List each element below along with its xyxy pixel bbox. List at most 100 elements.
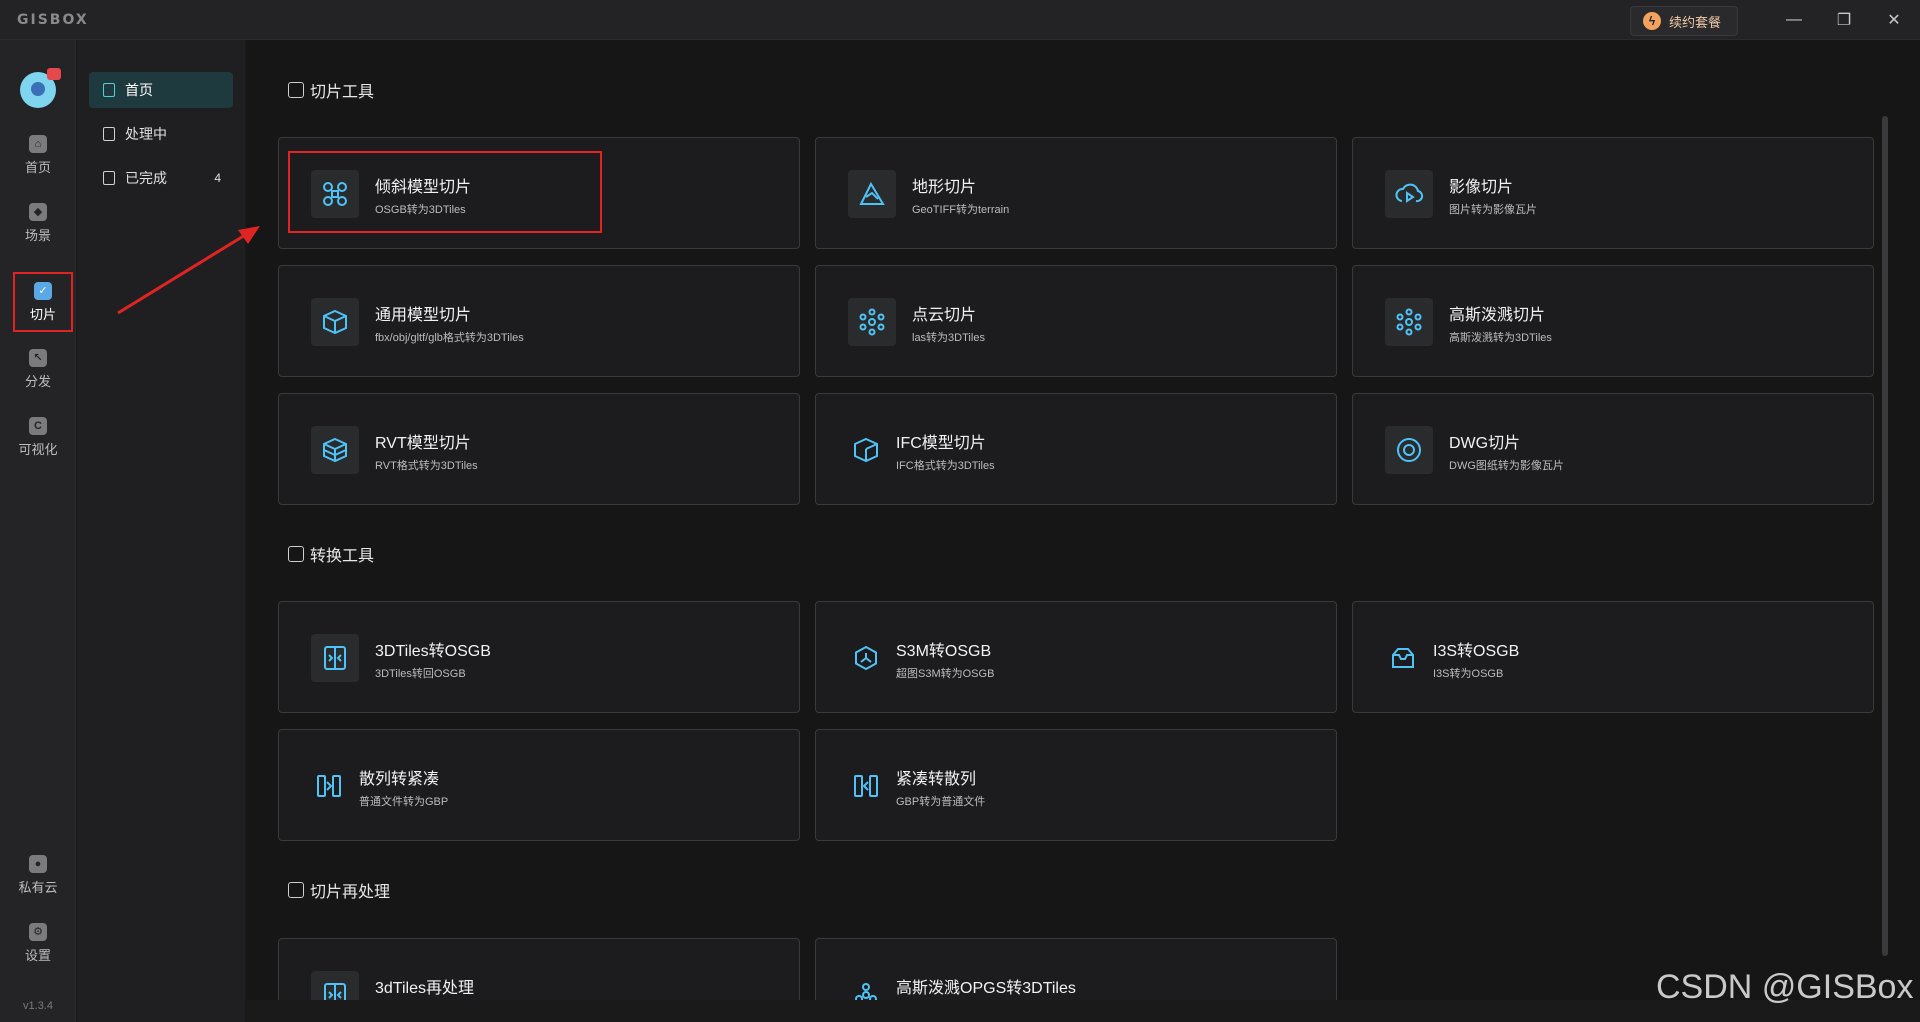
- card-title: DWG切片: [1449, 435, 1521, 452]
- rail-item-private-cloud[interactable]: ● 私有云: [8, 846, 68, 904]
- rail-item-label: 可视化: [18, 441, 58, 457]
- notification-badge-icon: [47, 68, 61, 80]
- expand-icon: [842, 762, 890, 810]
- card-title: 散列转紧凑: [359, 771, 440, 788]
- card-general-model-slice[interactable]: 通用模型切片 fbx/obj/gltf/glb格式转为3DTiles: [278, 265, 800, 377]
- card-s3m-to-osgb[interactable]: S3M转OSGB 超图S3M转为OSGB: [815, 601, 1337, 713]
- main-content: 切片工具 倾斜模型切片 OSGB转为3DTiles 地形切片 GeoTIFF转为…: [246, 40, 1920, 1000]
- convert-icon: [311, 971, 359, 1000]
- card-title: 高斯泼溅OPGS转3DTiles: [896, 980, 1076, 997]
- card-oblique-model-slice[interactable]: 倾斜模型切片 OSGB转为3DTiles: [278, 137, 800, 249]
- rail-item-settings[interactable]: ⚙ 设置: [8, 914, 68, 972]
- card-terrain-slice[interactable]: 地形切片 GeoTIFF转为terrain: [815, 137, 1337, 249]
- scrollbar[interactable]: [1882, 116, 1888, 956]
- card-subtitle: 普通文件转为GBP: [359, 796, 449, 808]
- card-title: I3S转OSGB: [1433, 643, 1520, 660]
- card-i3s-to-osgb[interactable]: I3S转OSGB I3S转为OSGB: [1352, 601, 1874, 713]
- terrain-icon: [848, 170, 896, 218]
- card-subtitle: 3DTiles转回OSGB: [375, 668, 466, 680]
- slice-doc-icon: ✓: [34, 281, 52, 300]
- card-subtitle: las转为3DTiles: [912, 332, 985, 344]
- cube-icon: ◆: [29, 202, 47, 221]
- card-subtitle: 图片转为影像瓦片: [1449, 204, 1537, 216]
- rail-item-visualize[interactable]: C 可视化: [8, 408, 68, 466]
- document-icon: [103, 83, 115, 97]
- card-subtitle: I3S转为OSGB: [1433, 668, 1504, 680]
- rail-item-label: 分发: [24, 373, 51, 389]
- card-hash-to-compact[interactable]: 散列转紧凑 普通文件转为GBP: [278, 729, 800, 841]
- folder-swap-icon: [288, 546, 304, 562]
- card-subtitle: GeoTIFF转为terrain: [912, 204, 1010, 216]
- rail-item-home[interactable]: ⌂ 首页: [8, 126, 68, 184]
- rail-item-label: 切片: [29, 306, 56, 322]
- gaussian-icon: [1385, 298, 1433, 346]
- card-gaussian-opgs-to-3dtiles[interactable]: 高斯泼溅OPGS转3DTiles: [815, 938, 1337, 1000]
- card-gaussian-splat-slice[interactable]: 高斯泼溅切片 高斯泼溅转为3DTiles: [1352, 265, 1874, 377]
- rail-item-label: 私有云: [18, 879, 58, 895]
- section-title-reprocess: 切片再处理: [288, 878, 390, 902]
- card-title: 地形切片: [912, 179, 977, 196]
- card-subtitle: fbx/obj/gltf/glb格式转为3DTiles: [375, 332, 524, 344]
- card-title: 影像切片: [1449, 179, 1514, 196]
- watermark: CSDN @GISBox: [1656, 968, 1914, 1006]
- card-subtitle: RVT格式转为3DTiles: [375, 460, 478, 472]
- minimize-button[interactable]: —: [1774, 8, 1814, 32]
- secondary-nav: 首页 处理中 已完成 4: [77, 40, 245, 1022]
- card-image-slice[interactable]: 影像切片 图片转为影像瓦片: [1352, 137, 1874, 249]
- rail-item-distribute[interactable]: ↖ 分发: [8, 340, 68, 398]
- app-version: v1.3.4: [23, 1000, 53, 1012]
- card-title: S3M转OSGB: [896, 643, 992, 660]
- card-title: RVT模型切片: [375, 435, 471, 452]
- nav-item-completed[interactable]: 已完成 4: [89, 160, 233, 196]
- card-title: 高斯泼溅切片: [1449, 307, 1546, 324]
- compact-icon: [305, 762, 353, 810]
- visualize-icon: C: [29, 416, 47, 435]
- card-compact-to-hash[interactable]: 紧凑转散列 GBP转为普通文件: [815, 729, 1337, 841]
- card-title: 倾斜模型切片: [375, 179, 472, 196]
- nav-item-processing[interactable]: 处理中: [89, 116, 233, 152]
- dwg-icon: [1385, 426, 1433, 474]
- card-3dtiles-to-osgb[interactable]: 3DTiles转OSGB 3DTiles转回OSGB: [278, 601, 800, 713]
- section-title-text: 切片工具: [310, 84, 375, 101]
- lock-icon: ●: [29, 854, 47, 873]
- card-title: IFC模型切片: [896, 435, 986, 452]
- app-logo: GISBOX: [17, 12, 89, 28]
- lightning-icon: ϟ: [1643, 12, 1661, 30]
- convert-icon: [311, 634, 359, 682]
- card-3dtiles-reprocess[interactable]: 3dTiles再处理: [278, 938, 800, 1000]
- card-rvt-model-slice[interactable]: RVT模型切片 RVT格式转为3DTiles: [278, 393, 800, 505]
- close-button[interactable]: ✕: [1874, 8, 1914, 32]
- pointcloud-icon: [848, 298, 896, 346]
- rail-item-label: 设置: [24, 947, 51, 963]
- renew-plan-label: 续约套餐: [1669, 14, 1722, 30]
- hexagon-icon: [842, 634, 890, 682]
- section-title-text: 切片再处理: [310, 884, 391, 901]
- document-icon: [103, 127, 115, 141]
- section-title-text: 转换工具: [310, 548, 375, 565]
- nav-item-label: 处理中: [125, 126, 167, 142]
- card-ifc-model-slice[interactable]: IFC模型切片 IFC格式转为3DTiles: [815, 393, 1337, 505]
- rail-item-slice[interactable]: ✓ 切片: [13, 272, 73, 332]
- card-point-cloud-slice[interactable]: 点云切片 las转为3DTiles: [815, 265, 1337, 377]
- home-icon: ⌂: [29, 134, 47, 153]
- rvt-icon: [311, 426, 359, 474]
- nav-item-home[interactable]: 首页: [89, 72, 233, 108]
- card-dwg-slice[interactable]: DWG切片 DWG图纸转为影像瓦片: [1352, 393, 1874, 505]
- title-bar: GISBOX ϟ 续约套餐 — ❐ ✕: [0, 0, 1920, 40]
- inbox-icon: [1379, 634, 1427, 682]
- renew-plan-button[interactable]: ϟ 续约套餐: [1630, 6, 1738, 36]
- section-title-slice-tools: 切片工具: [288, 78, 374, 102]
- restore-button[interactable]: ❐: [1824, 8, 1864, 32]
- completed-count-badge: 4: [214, 171, 221, 185]
- distribute-icon: ↖: [29, 348, 47, 367]
- ifc-icon: [842, 426, 890, 474]
- card-title: 3dTiles再处理: [375, 980, 474, 997]
- section-title-convert-tools: 转换工具: [288, 542, 374, 566]
- icon-rail: ⌂ 首页 ◆ 场景 ✓ 切片 ↖ 分发 C 可视化 ● 私有云 ⚙ 设置 v1.…: [0, 40, 76, 1022]
- rail-item-scene[interactable]: ◆ 场景: [8, 194, 68, 252]
- card-subtitle: GBP转为普通文件: [896, 796, 986, 808]
- card-title: 3DTiles转OSGB: [375, 643, 491, 660]
- gear-icon: ⚙: [29, 922, 47, 941]
- card-title: 通用模型切片: [375, 307, 472, 324]
- card-subtitle: DWG图纸转为影像瓦片: [1449, 460, 1564, 472]
